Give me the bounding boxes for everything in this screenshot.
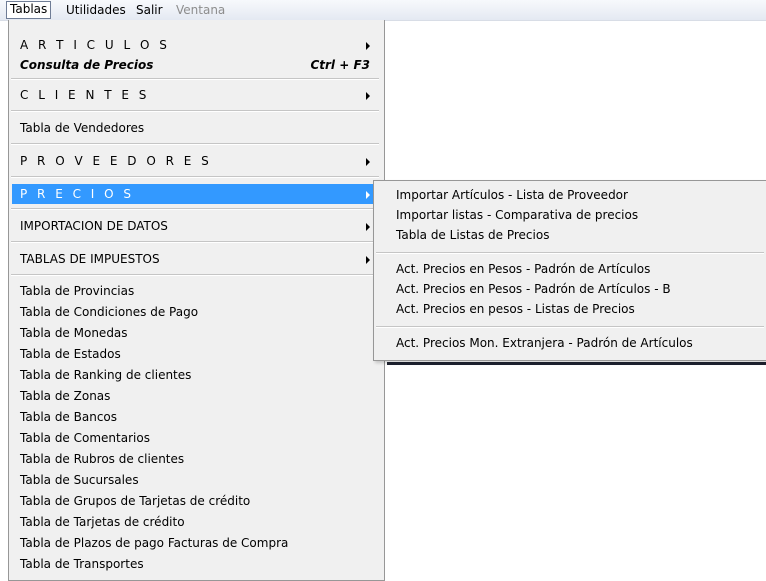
menu-item-tabla-ranking-clientes[interactable]: Tabla de Ranking de clientes [12, 366, 380, 384]
menu-bar: Tablas Utilidades Salir Ventana [0, 0, 766, 21]
menu-item-articulos[interactable]: A R T I C U L O S [12, 35, 380, 55]
menu-item-label: P R O V E E D O R E S [20, 154, 212, 168]
menu-separator [11, 78, 379, 80]
menu-item-tabla-condiciones-pago[interactable]: Tabla de Condiciones de Pago [12, 303, 380, 321]
submenu-arrow-icon [366, 42, 370, 50]
menu-item-tabla-estados[interactable]: Tabla de Estados [12, 345, 380, 363]
tablas-dropdown: A R T I C U L O S Consulta de Precios Ct… [8, 20, 385, 581]
menu-item-tabla-grupos-tarjetas[interactable]: Tabla de Grupos de Tarjetas de crédito [12, 492, 380, 510]
menu-item-tabla-plazos-pago[interactable]: Tabla de Plazos de pago Facturas de Comp… [12, 534, 380, 552]
menu-item-clientes[interactable]: C L I E N T E S [12, 85, 380, 105]
background-window-edge [387, 362, 766, 365]
menu-item-tabla-sucursales[interactable]: Tabla de Sucursales [12, 471, 380, 489]
submenu-item-act-precios-pesos-padron[interactable]: Act. Precios en Pesos - Padrón de Artícu… [377, 259, 762, 279]
submenu-separator [376, 326, 764, 328]
menu-tablas[interactable]: Tablas [6, 1, 52, 19]
menu-item-consulta-precios[interactable]: Consulta de Precios Ctrl + F3 [12, 55, 380, 75]
precios-submenu: Importar Artículos - Lista de Proveedor … [373, 180, 766, 361]
submenu-arrow-icon [366, 191, 370, 199]
menu-item-tablas-impuestos[interactable]: TABLAS DE IMPUESTOS [12, 249, 380, 269]
menu-separator [11, 176, 379, 178]
menu-item-label: TABLAS DE IMPUESTOS [20, 252, 160, 266]
menu-separator [11, 274, 379, 276]
submenu-item-tabla-listas-precios[interactable]: Tabla de Listas de Precios [377, 225, 762, 245]
shortcut-label: Ctrl + F3 [310, 58, 370, 72]
menu-ventana[interactable]: Ventana [173, 2, 228, 18]
menu-item-tabla-transportes[interactable]: Tabla de Transportes [12, 555, 380, 573]
menu-item-tabla-tarjetas-credito[interactable]: Tabla de Tarjetas de crédito [12, 513, 380, 531]
submenu-arrow-icon [366, 256, 370, 264]
menu-item-label: A R T I C U L O S [20, 38, 170, 52]
menu-item-tabla-zonas[interactable]: Tabla de Zonas [12, 387, 380, 405]
menu-item-precios[interactable]: P R E C I O S [12, 184, 380, 204]
menu-item-label: Tabla de Vendedores [20, 121, 145, 135]
submenu-item-act-precios-mon-extranjera[interactable]: Act. Precios Mon. Extranjera - Padrón de… [377, 333, 762, 353]
menu-separator [11, 208, 379, 210]
menu-item-tabla-comentarios[interactable]: Tabla de Comentarios [12, 429, 380, 447]
submenu-arrow-icon [366, 92, 370, 100]
menu-item-label: C L I E N T E S [20, 88, 150, 102]
menu-salir[interactable]: Salir [133, 2, 166, 18]
submenu-item-importar-articulos[interactable]: Importar Artículos - Lista de Proveedor [377, 185, 762, 205]
menu-item-tabla-vendedores[interactable]: Tabla de Vendedores [12, 118, 380, 138]
menu-item-tabla-rubros-clientes[interactable]: Tabla de Rubros de clientes [12, 450, 380, 468]
menu-item-tabla-monedas[interactable]: Tabla de Monedas [12, 324, 380, 342]
menu-item-label: IMPORTACION DE DATOS [20, 219, 168, 233]
submenu-arrow-icon [366, 223, 370, 231]
menu-item-proveedores[interactable]: P R O V E E D O R E S [12, 151, 380, 171]
submenu-item-act-precios-pesos-padron-b[interactable]: Act. Precios en Pesos - Padrón de Artícu… [377, 279, 762, 299]
menu-separator [11, 110, 379, 112]
submenu-item-importar-listas[interactable]: Importar listas - Comparativa de precios [377, 205, 762, 225]
submenu-item-act-precios-pesos-listas[interactable]: Act. Precios en pesos - Listas de Precio… [377, 299, 762, 319]
menu-item-tabla-bancos[interactable]: Tabla de Bancos [12, 408, 380, 426]
submenu-arrow-icon [366, 158, 370, 166]
menu-separator [11, 241, 379, 243]
menu-item-tabla-provincias[interactable]: Tabla de Provincias [12, 282, 380, 300]
menu-utilidades[interactable]: Utilidades [63, 2, 129, 18]
menu-item-label: P R E C I O S [20, 187, 135, 201]
menu-separator [11, 143, 379, 145]
submenu-separator [376, 252, 764, 254]
menu-item-importacion-datos[interactable]: IMPORTACION DE DATOS [12, 216, 380, 236]
menu-item-label: Consulta de Precios [20, 58, 154, 72]
